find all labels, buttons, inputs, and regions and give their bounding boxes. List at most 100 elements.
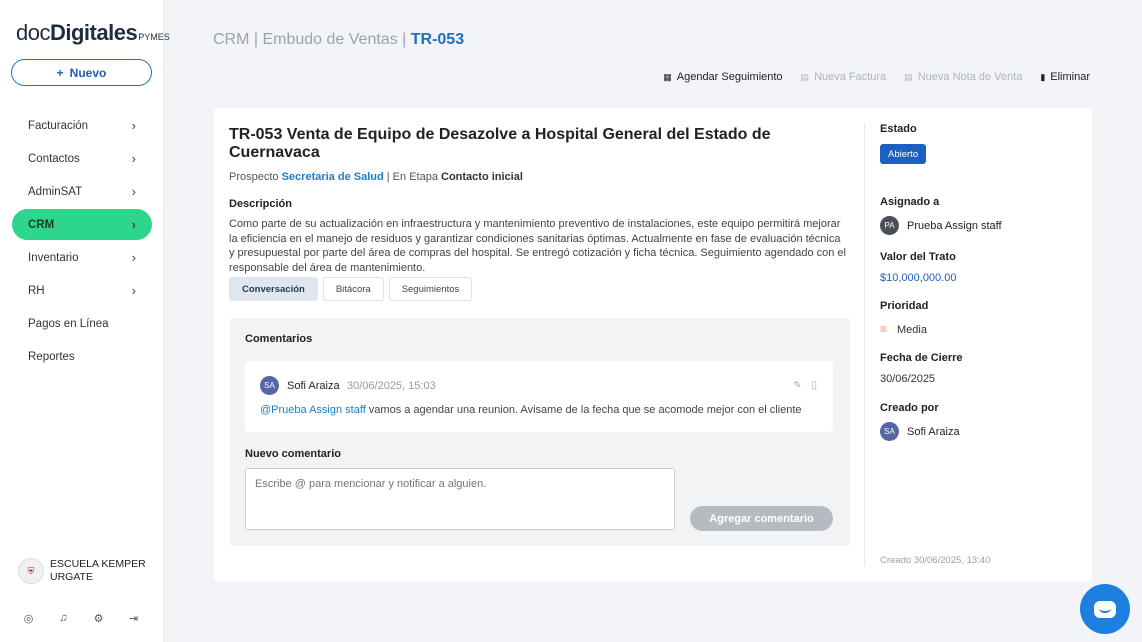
tab-seguimientos[interactable]: Seguimientos — [388, 277, 473, 301]
logo-doc: doc — [16, 20, 50, 45]
avatar: SA — [880, 422, 899, 441]
comment-date: 30/06/2025, 15:03 — [347, 380, 436, 392]
sidebar-item-label: AdminSAT — [28, 185, 83, 198]
user-icon[interactable]: ◎ — [22, 612, 35, 625]
prospect-link[interactable]: Secretaria de Salud — [282, 171, 384, 183]
sidebar-item-adminsat[interactable]: AdminSAT › — [12, 176, 152, 207]
company-name-line2: URGATE — [50, 571, 93, 583]
trash-icon[interactable]: ▯ — [811, 380, 817, 391]
comments-panel: Comentarios SA Sofi Araiza 30/06/2025, 1… — [230, 318, 850, 546]
new-comment-input[interactable] — [245, 468, 675, 530]
comment-item: SA Sofi Araiza 30/06/2025, 15:03 ✎ ▯ @Pr… — [245, 361, 833, 432]
tab-bar: Conversación Bitácora Seguimientos — [229, 277, 473, 301]
creator: SA Sofi Araiza — [880, 422, 960, 441]
breadcrumb-crm[interactable]: CRM — [213, 31, 249, 48]
deal-title: TR-053 Venta de Equipo de Desazolve a Ho… — [229, 126, 771, 161]
logo-digitales: Digitales — [49, 20, 138, 45]
new-button-label: Nuevo — [69, 65, 107, 80]
new-button[interactable]: + Nuevo — [11, 59, 152, 86]
stage-value: Contacto inicial — [441, 171, 523, 183]
sidebar-item-facturacion[interactable]: Facturación › — [12, 110, 152, 141]
breadcrumb: CRM | Embudo de Ventas | TR-053 — [213, 31, 464, 49]
deal-main: TR-053 Venta de Equipo de Desazolve a Ho… — [229, 126, 849, 275]
prospect-label: Prospecto — [229, 171, 279, 183]
sidebar-item-reportes[interactable]: Reportes — [12, 341, 152, 372]
sidebar-item-label: CRM — [28, 218, 55, 231]
sidebar-item-pagos-en-linea[interactable]: Pagos en Línea — [12, 308, 152, 339]
breadcrumb-current: TR-053 — [410, 31, 465, 48]
priority-medium-icon: ≡ — [880, 322, 888, 336]
chat-button[interactable] — [1080, 584, 1130, 634]
sidebar-item-inventario[interactable]: Inventario › — [12, 242, 152, 273]
valor-label: Valor del Trato — [880, 251, 956, 263]
chevron-right-icon: › — [131, 151, 136, 166]
invoice-icon: ▤ — [800, 71, 810, 82]
avatar: PA — [880, 216, 899, 235]
creado-por-label: Creado por — [880, 402, 939, 414]
logo[interactable]: docDigitalesPYMES — [16, 20, 170, 46]
prioridad-text: Media — [897, 324, 927, 336]
sidebar-item-label: RH — [28, 284, 45, 297]
comment-text: @Prueba Assign staff vamos a agendar una… — [260, 404, 802, 416]
cierre-value: 30/06/2025 — [880, 373, 936, 385]
breadcrumb-embudo[interactable]: Embudo de Ventas — [262, 31, 397, 48]
edit-icon[interactable]: ✎ — [793, 380, 801, 391]
comment-mention[interactable]: @Prueba Assign staff — [260, 404, 366, 416]
assignee-name: Prueba Assign staff — [907, 219, 1002, 232]
tab-bitacora[interactable]: Bitácora — [322, 277, 384, 301]
assignee[interactable]: PA Prueba Assign staff — [880, 216, 1002, 235]
valor-value: $10,000,000.00 — [880, 272, 957, 284]
deal-subtitle: Prospecto Secretaria de Salud | En Etapa… — [229, 171, 849, 183]
created-timestamp: Creado 30/06/2025, 13:40 — [880, 555, 991, 566]
action-label: Nueva Nota de Venta — [917, 71, 1023, 83]
sidebar-item-contactos[interactable]: Contactos › — [12, 143, 152, 174]
status-badge[interactable]: Abierto — [880, 144, 927, 164]
avatar: SA — [260, 376, 279, 395]
tab-conversacion[interactable]: Conversación — [229, 277, 318, 301]
trash-icon: ▮ — [1040, 71, 1046, 82]
asignado-label: Asignado a — [880, 196, 940, 208]
comment-body: vamos a agendar una reunion. Avisame de … — [365, 404, 802, 416]
sidebar: docDigitalesPYMES + Nuevo Facturación › C… — [0, 0, 170, 642]
stage-label: | En Etapa — [386, 171, 438, 183]
gear-icon[interactable]: ⚙ — [92, 612, 105, 625]
nueva-nota-button[interactable]: ▤ Nueva Nota de Venta — [904, 71, 1022, 83]
divider — [864, 123, 865, 566]
prioridad-label: Prioridad — [880, 300, 929, 312]
sidebar-bottom-icons: ◎ ♫ ⚙ ⇥ — [22, 612, 140, 625]
comments-title: Comentarios — [245, 333, 313, 345]
agendar-seguimiento-button[interactable]: ▦ Agendar Seguimiento — [663, 71, 782, 83]
sidebar-nav: Facturación › Contactos › AdminSAT › CRM › I… — [12, 110, 152, 374]
sidebar-item-label: Inventario — [28, 251, 79, 264]
nueva-factura-button[interactable]: ▤ Nueva Factura — [801, 71, 887, 83]
breadcrumb-separator: | — [249, 31, 263, 48]
action-label: Eliminar — [1050, 71, 1090, 83]
company-name: ESCUELA KEMPER URGATE — [50, 558, 146, 584]
creator-name: Sofi Araiza — [907, 425, 960, 438]
sidebar-item-label: Reportes — [28, 350, 75, 363]
company-name-line1: ESCUELA KEMPER — [50, 558, 146, 570]
comment-tools: ✎ ▯ — [793, 380, 817, 391]
chevron-right-icon: › — [131, 118, 136, 133]
eliminar-button[interactable]: ▮ Eliminar — [1040, 71, 1090, 83]
logo-pymes: PYMES — [138, 32, 170, 42]
action-bar: ▦ Agendar Seguimiento ▤ Nueva Factura ▤ Nue… — [663, 71, 1090, 83]
chevron-right-icon: › — [131, 250, 136, 265]
new-comment-label: Nuevo comentario — [245, 448, 341, 460]
logout-icon[interactable]: ⇥ — [127, 612, 140, 625]
comment-author: Sofi Araiza — [287, 380, 340, 392]
estado-label: Estado — [880, 123, 917, 135]
company-switcher[interactable]: ⛨ ESCUELA KEMPER URGATE — [18, 558, 146, 584]
sidebar-item-crm[interactable]: CRM › — [12, 209, 152, 240]
chevron-right-icon: › — [131, 184, 136, 199]
deal-card: TR-053 Venta de Equipo de Desazolve a Ho… — [214, 108, 1092, 581]
chevron-right-icon: › — [131, 283, 136, 298]
action-label: Agendar Seguimiento — [676, 71, 783, 83]
sidebar-item-rh[interactable]: RH › — [12, 275, 152, 306]
description-label: Descripción — [229, 198, 292, 210]
bell-icon[interactable]: ♫ — [57, 612, 70, 625]
add-comment-button[interactable]: Agregar comentario — [690, 506, 833, 531]
company-logo: ⛨ — [18, 558, 44, 584]
description-text: Como parte de su actualización en infrae… — [229, 218, 846, 274]
action-label: Nueva Factura — [814, 71, 887, 83]
